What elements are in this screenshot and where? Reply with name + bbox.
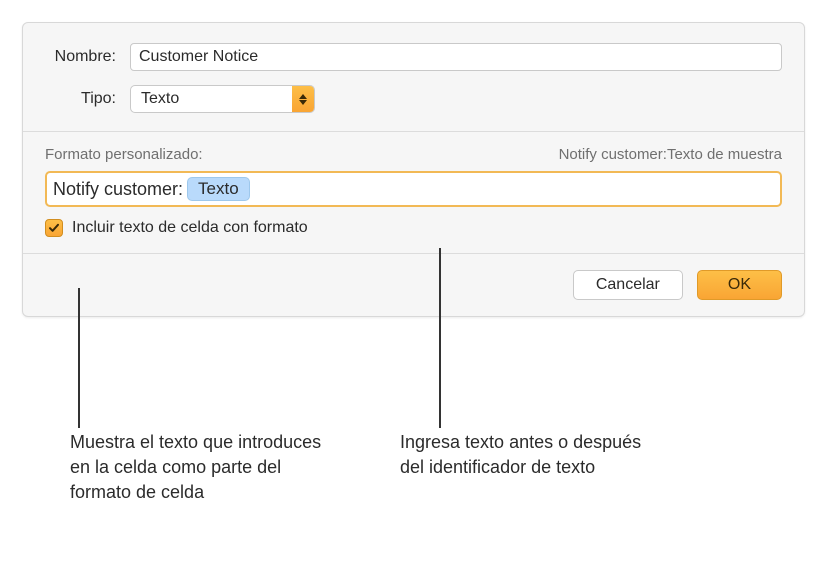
name-input[interactable] [130, 43, 782, 71]
dialog-top-section: Nombre: Tipo: Texto [23, 23, 804, 132]
callout-line-right [439, 248, 441, 428]
type-select[interactable]: Texto [130, 85, 315, 113]
format-preview: Notify customer:Texto de muestra [559, 146, 782, 163]
name-label: Nombre: [45, 48, 130, 66]
text-token[interactable]: Texto [187, 177, 250, 201]
format-header-row: Formato personalizado: Notify customer:T… [45, 146, 782, 163]
format-editor[interactable]: Notify customer: Texto [45, 171, 782, 207]
ok-button[interactable]: OK [697, 270, 782, 300]
custom-format-dialog: Nombre: Tipo: Texto Formato personalizad… [22, 22, 805, 317]
type-label: Tipo: [45, 90, 130, 108]
name-row: Nombre: [45, 43, 782, 71]
custom-format-label: Formato personalizado: [45, 146, 203, 163]
select-chevrons-icon [292, 86, 314, 112]
include-text-label: Incluir texto de celda con formato [72, 219, 308, 237]
callout-line-left [78, 288, 80, 428]
dialog-button-row: Cancelar OK [23, 254, 804, 316]
format-prefix-text: Notify customer: [53, 179, 187, 200]
include-text-row: Incluir texto de celda con formato [45, 219, 782, 237]
callout-text-right: Ingresa texto antes o después del identi… [400, 430, 660, 480]
checkmark-icon [48, 222, 60, 234]
dialog-mid-section: Formato personalizado: Notify customer:T… [23, 132, 804, 254]
type-select-value: Texto [130, 85, 315, 113]
type-row: Tipo: Texto [45, 85, 782, 113]
include-text-checkbox[interactable] [45, 219, 63, 237]
callout-text-left: Muestra el texto que introduces en la ce… [70, 430, 330, 506]
cancel-button[interactable]: Cancelar [573, 270, 683, 300]
